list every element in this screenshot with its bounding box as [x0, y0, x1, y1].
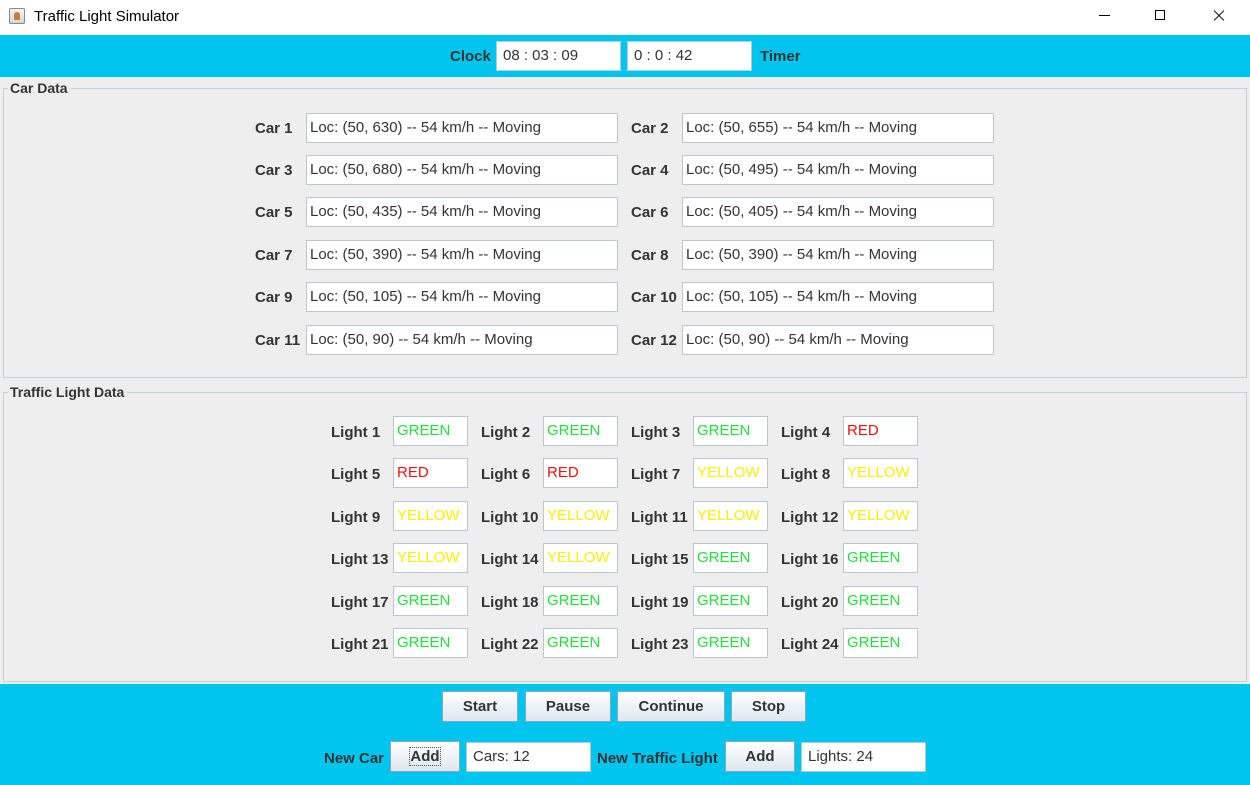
light-label: Light 17 — [331, 594, 389, 611]
light-state-field[interactable]: GREEN — [393, 586, 468, 616]
light-state-field[interactable]: YELLOW — [693, 458, 768, 488]
traffic-light-title: Traffic Light Data — [8, 384, 128, 400]
traffic-light-panel — [3, 392, 1247, 682]
light-state-field[interactable]: RED — [843, 416, 918, 446]
light-label: Light 5 — [331, 466, 381, 483]
car-status-field[interactable]: Loc: (50, 390) -- 54 km/h -- Moving — [306, 240, 618, 270]
car-label: Car 11 — [255, 332, 301, 349]
car-status-field[interactable]: Loc: (50, 495) -- 54 km/h -- Moving — [682, 155, 994, 185]
light-label: Light 3 — [631, 424, 681, 441]
minimize-icon[interactable] — [1081, 0, 1127, 32]
light-state-field[interactable]: GREEN — [393, 416, 468, 446]
light-label: Light 18 — [481, 594, 539, 611]
light-state-field[interactable]: GREEN — [693, 416, 768, 446]
car-status-field[interactable]: Loc: (50, 105) -- 54 km/h -- Moving — [306, 282, 618, 312]
light-label: Light 15 — [631, 551, 689, 568]
light-state-field[interactable]: GREEN — [843, 586, 918, 616]
light-label: Light 9 — [331, 509, 381, 526]
stop-button[interactable]: Stop — [731, 691, 806, 722]
light-label: Light 16 — [781, 551, 839, 568]
light-label: Light 12 — [781, 509, 839, 526]
maximize-icon[interactable] — [1137, 0, 1183, 32]
light-state-field[interactable]: YELLOW — [693, 501, 768, 531]
light-label: Light 8 — [781, 466, 831, 483]
car-status-field[interactable]: Loc: (50, 655) -- 54 km/h -- Moving — [682, 113, 994, 143]
java-app-icon — [9, 8, 25, 24]
timer-label: Timer — [760, 48, 801, 65]
pause-button[interactable]: Pause — [525, 691, 611, 722]
car-status-field[interactable]: Loc: (50, 390) -- 54 km/h -- Moving — [682, 240, 994, 270]
car-label: Car 7 — [255, 247, 293, 264]
clock-label: Clock — [450, 48, 491, 65]
car-status-field[interactable]: Loc: (50, 90) -- 54 km/h -- Moving — [682, 325, 994, 355]
light-state-field[interactable]: YELLOW — [393, 543, 468, 573]
light-state-field[interactable]: YELLOW — [843, 501, 918, 531]
car-status-field[interactable]: Loc: (50, 680) -- 54 km/h -- Moving — [306, 155, 618, 185]
light-state-field[interactable]: YELLOW — [543, 543, 618, 573]
cars-count-field[interactable]: Cars: 12 — [466, 742, 591, 772]
light-state-field[interactable]: GREEN — [693, 628, 768, 658]
car-label: Car 8 — [631, 247, 669, 264]
light-label: Light 4 — [781, 424, 831, 441]
lights-count-field[interactable]: Lights: 24 — [801, 742, 926, 772]
new-car-label: New Car — [324, 750, 385, 767]
car-data-title: Car Data — [8, 80, 71, 96]
car-status-field[interactable]: Loc: (50, 105) -- 54 km/h -- Moving — [682, 282, 994, 312]
clock-field[interactable]: 08 : 03 : 09 — [496, 41, 621, 71]
new-traffic-light-label: New Traffic Light — [597, 750, 718, 767]
car-label: Car 4 — [631, 162, 669, 179]
close-icon[interactable] — [1196, 0, 1242, 32]
window-title: Traffic Light Simulator — [34, 8, 180, 25]
light-label: Light 19 — [631, 594, 689, 611]
light-state-field[interactable]: GREEN — [843, 628, 918, 658]
light-state-field[interactable]: GREEN — [693, 543, 768, 573]
light-state-field[interactable]: GREEN — [543, 628, 618, 658]
light-label: Light 10 — [481, 509, 539, 526]
add-traffic-light-button[interactable]: Add — [725, 741, 795, 772]
light-label: Light 1 — [331, 424, 381, 441]
light-state-field[interactable]: GREEN — [543, 416, 618, 446]
light-state-field[interactable]: RED — [393, 458, 468, 488]
light-state-field[interactable]: GREEN — [843, 543, 918, 573]
car-label: Car 10 — [631, 289, 677, 306]
light-state-field[interactable]: YELLOW — [543, 501, 618, 531]
window-titlebar: Traffic Light Simulator — [0, 0, 1250, 35]
car-label: Car 9 — [255, 289, 293, 306]
car-data-panel — [3, 88, 1247, 378]
light-state-field[interactable]: GREEN — [393, 628, 468, 658]
light-state-field[interactable]: YELLOW — [393, 501, 468, 531]
car-label: Car 3 — [255, 162, 293, 179]
light-label: Light 24 — [781, 636, 839, 653]
light-label: Light 21 — [331, 636, 389, 653]
light-state-field[interactable]: RED — [543, 458, 618, 488]
car-status-field[interactable]: Loc: (50, 90) -- 54 km/h -- Moving — [306, 325, 618, 355]
light-state-field[interactable]: YELLOW — [843, 458, 918, 488]
car-status-field[interactable]: Loc: (50, 630) -- 54 km/h -- Moving — [306, 113, 618, 143]
car-label: Car 2 — [631, 120, 669, 137]
car-status-field[interactable]: Loc: (50, 405) -- 54 km/h -- Moving — [682, 197, 994, 227]
light-label: Light 13 — [331, 551, 389, 568]
timer-field[interactable]: 0 : 0 : 42 — [627, 41, 752, 71]
car-status-field[interactable]: Loc: (50, 435) -- 54 km/h -- Moving — [306, 197, 618, 227]
add-car-button[interactable]: Add — [390, 741, 460, 772]
continue-button[interactable]: Continue — [617, 691, 725, 722]
light-label: Light 14 — [481, 551, 539, 568]
car-label: Car 1 — [255, 120, 293, 137]
car-label: Car 12 — [631, 332, 677, 349]
car-label: Car 6 — [631, 204, 669, 221]
light-label: Light 2 — [481, 424, 531, 441]
light-label: Light 6 — [481, 466, 531, 483]
light-label: Light 23 — [631, 636, 689, 653]
light-label: Light 20 — [781, 594, 839, 611]
light-label: Light 7 — [631, 466, 681, 483]
car-label: Car 5 — [255, 204, 293, 221]
light-state-field[interactable]: GREEN — [693, 586, 768, 616]
add-car-button-label: Add — [409, 747, 441, 766]
light-label: Light 11 — [631, 509, 688, 526]
light-state-field[interactable]: GREEN — [543, 586, 618, 616]
control-bar: Start Pause Continue Stop New Car Add Ca… — [0, 684, 1250, 785]
clock-bar: Clock 08 : 03 : 09 0 : 0 : 42 Timer — [0, 35, 1250, 77]
light-label: Light 22 — [481, 636, 539, 653]
start-button[interactable]: Start — [442, 691, 518, 722]
